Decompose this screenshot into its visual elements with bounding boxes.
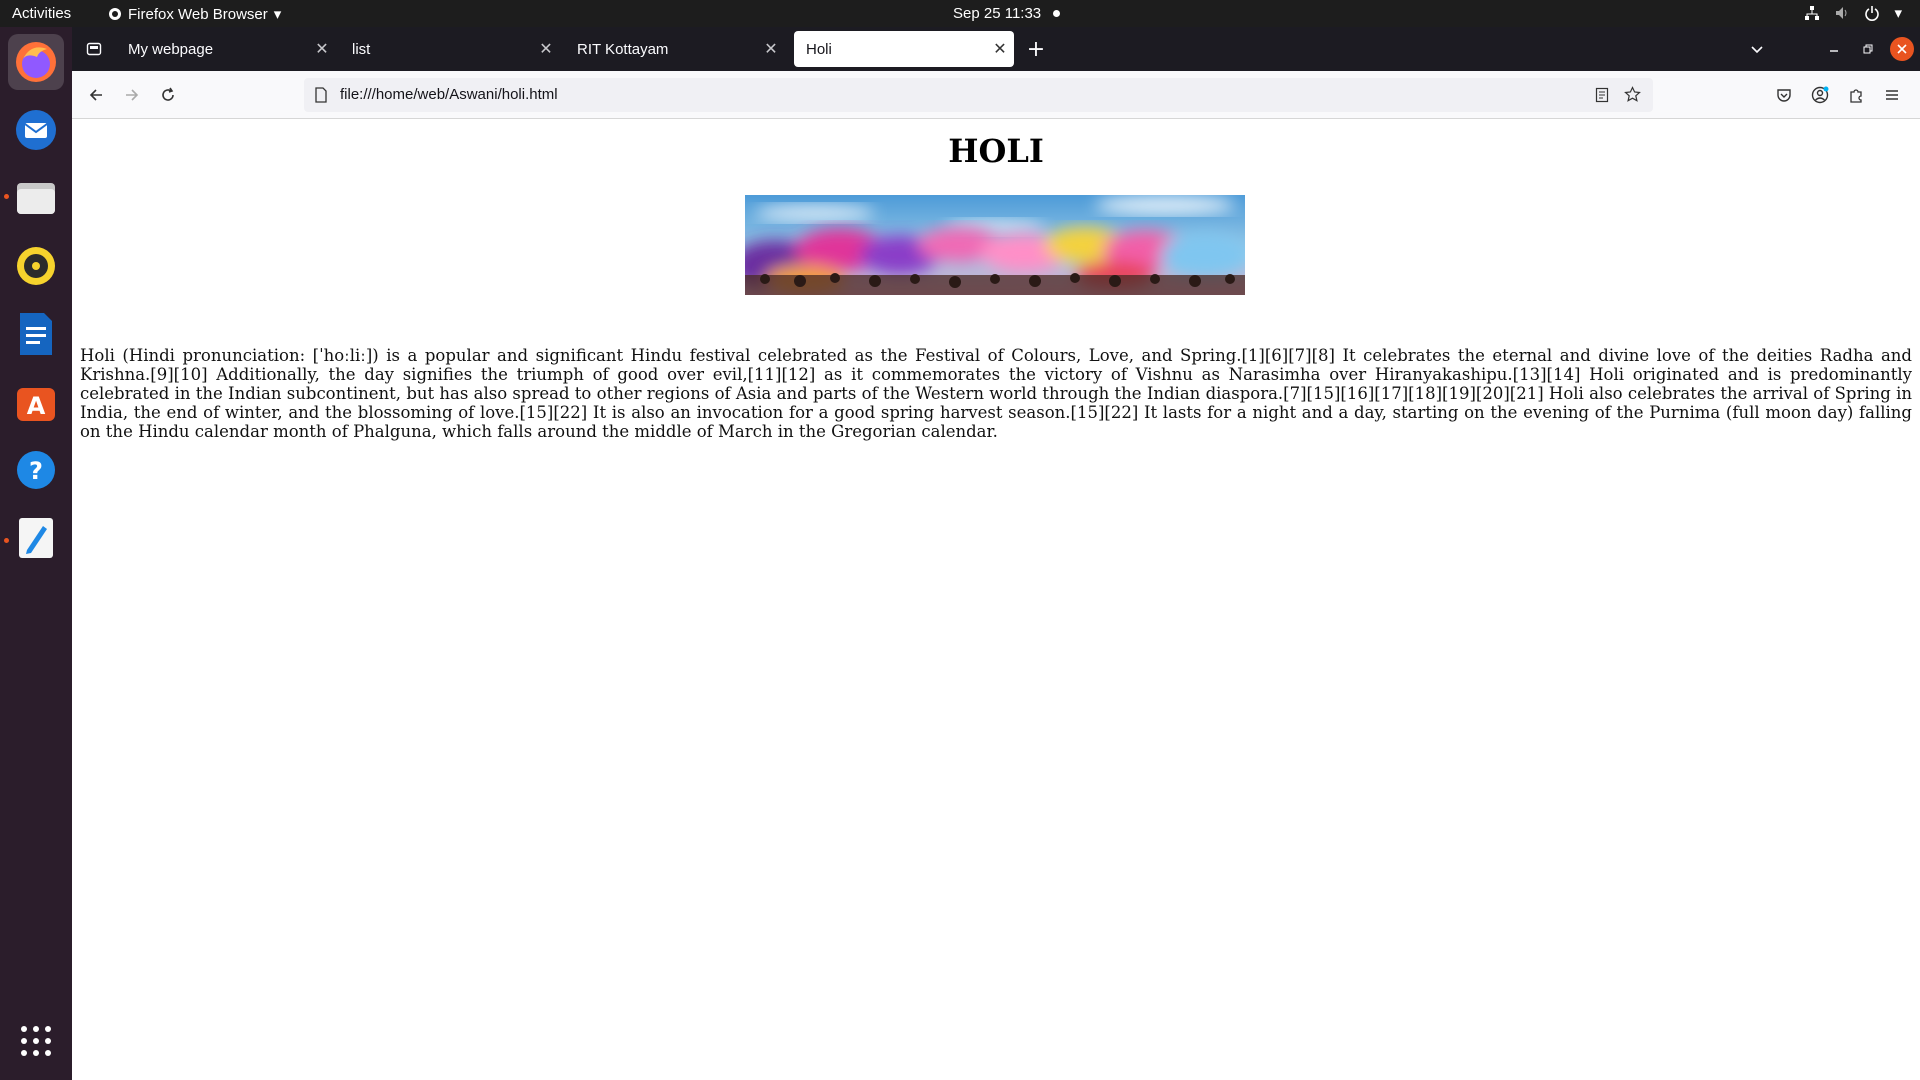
reader-view-icon[interactable] xyxy=(1595,87,1609,103)
page-icon xyxy=(315,87,327,103)
power-icon xyxy=(1865,6,1880,21)
help-icon: ? xyxy=(17,451,55,489)
clock[interactable]: Sep 25 11:33 xyxy=(953,5,1041,22)
url-text: file:///home/web/Aswani/holi.html xyxy=(340,86,558,103)
dock-firefox[interactable] xyxy=(8,34,64,90)
tray-caret-down-icon: ▾ xyxy=(1894,5,1902,22)
back-button[interactable] xyxy=(82,81,110,109)
rhythmbox-icon xyxy=(17,247,55,285)
tab-my-webpage[interactable]: My webpage ✕ xyxy=(116,31,336,67)
text-editor-icon xyxy=(19,518,53,558)
dock-app-center[interactable]: A xyxy=(8,374,64,430)
puzzle-icon xyxy=(1850,89,1862,103)
dock-rhythmbox[interactable] xyxy=(8,238,64,294)
dock-thunderbird[interactable] xyxy=(8,102,64,158)
close-window-button[interactable] xyxy=(1890,37,1914,61)
dock: A ? xyxy=(0,27,72,1080)
firefox-window: My webpage ✕ list ✕ RIT Kottayam ✕ Holi … xyxy=(72,27,1920,1080)
page-heading: HOLI xyxy=(948,132,1044,170)
running-indicator xyxy=(4,538,9,543)
caret-down-icon: ▾ xyxy=(273,6,282,23)
minimize-button[interactable] xyxy=(1820,35,1848,63)
app-grid-icon xyxy=(21,1026,51,1056)
firefox-small-icon xyxy=(109,8,121,20)
minimize-icon xyxy=(1830,50,1838,52)
system-tray[interactable]: ▾ xyxy=(1804,4,1902,22)
holi-paragraph: Holi (Hindi pronunciation: [ˈhoːliː]) is… xyxy=(80,346,1912,441)
tab-title: RIT Kottayam xyxy=(577,40,669,58)
plus-icon: + xyxy=(1026,36,1046,62)
files-icon xyxy=(17,183,55,214)
restore-button[interactable] xyxy=(1854,35,1882,63)
system-top-bar: Activities Firefox Web Browser ▾ Sep 25 … xyxy=(0,0,1920,27)
page-content: HOLI Holi (Hindi pronunciation: [ˈhoːliː… xyxy=(72,119,1920,1080)
close-icon xyxy=(1897,44,1907,54)
dock-app-grid[interactable] xyxy=(8,1013,64,1069)
list-all-tabs-button[interactable] xyxy=(1743,35,1771,63)
holi-image xyxy=(745,195,1245,295)
tab-close-icon[interactable]: ✕ xyxy=(308,39,336,59)
bookmark-star-icon[interactable] xyxy=(1624,86,1641,103)
app-center-icon: A xyxy=(17,388,55,421)
app-menu[interactable]: Firefox Web Browser ▾ xyxy=(108,5,281,23)
firefox-view-icon xyxy=(86,42,102,56)
new-tab-button[interactable]: + xyxy=(1022,35,1050,63)
restore-icon xyxy=(1863,44,1873,54)
network-icon xyxy=(1805,6,1820,20)
dock-text-editor[interactable] xyxy=(8,510,64,566)
tab-title: list xyxy=(352,40,371,58)
pocket-button[interactable] xyxy=(1770,81,1798,109)
pocket-icon xyxy=(1777,89,1791,102)
menu-button[interactable] xyxy=(1878,81,1906,109)
volume-icon xyxy=(1836,7,1847,19)
account-button[interactable] xyxy=(1806,81,1834,109)
navigation-toolbar: file:///home/web/Aswani/holi.html xyxy=(72,71,1920,119)
svg-text:A: A xyxy=(27,392,46,420)
reload-icon xyxy=(162,87,174,101)
url-bar[interactable]: file:///home/web/Aswani/holi.html xyxy=(304,78,1653,112)
notification-dot xyxy=(1053,10,1060,17)
holi-banner-image xyxy=(745,195,1245,295)
dock-writer[interactable] xyxy=(8,306,64,362)
tab-title: Holi xyxy=(806,40,832,58)
dock-files[interactable] xyxy=(8,170,64,226)
tab-list[interactable]: list ✕ xyxy=(340,31,560,67)
reload-button[interactable] xyxy=(154,81,182,109)
tab-close-icon[interactable]: ✕ xyxy=(532,39,560,59)
dock-help[interactable]: ? xyxy=(8,442,64,498)
running-indicator xyxy=(4,194,9,199)
tab-holi[interactable]: Holi ✕ xyxy=(794,31,1014,67)
tab-title: My webpage xyxy=(128,40,214,58)
svg-text:?: ? xyxy=(29,457,43,485)
tab-bar: My webpage ✕ list ✕ RIT Kottayam ✕ Holi … xyxy=(72,27,1920,71)
app-menu-label: Firefox Web Browser xyxy=(128,5,268,23)
firefox-view-button[interactable] xyxy=(80,35,108,63)
tab-close-icon[interactable]: ✕ xyxy=(757,39,785,59)
hamburger-menu-icon xyxy=(1886,90,1898,100)
chevron-down-icon xyxy=(1751,46,1763,54)
tab-close-icon[interactable]: ✕ xyxy=(986,39,1014,59)
thunderbird-icon xyxy=(16,110,56,150)
back-arrow-icon xyxy=(89,89,102,101)
libreoffice-writer-icon xyxy=(20,313,52,355)
firefox-icon xyxy=(16,42,56,82)
extensions-button[interactable] xyxy=(1842,81,1870,109)
forward-arrow-icon xyxy=(126,89,139,101)
forward-button[interactable] xyxy=(118,81,146,109)
account-icon xyxy=(1811,86,1829,104)
tab-rit-kottayam[interactable]: RIT Kottayam ✕ xyxy=(565,31,785,67)
activities-button[interactable]: Activities xyxy=(12,5,71,22)
